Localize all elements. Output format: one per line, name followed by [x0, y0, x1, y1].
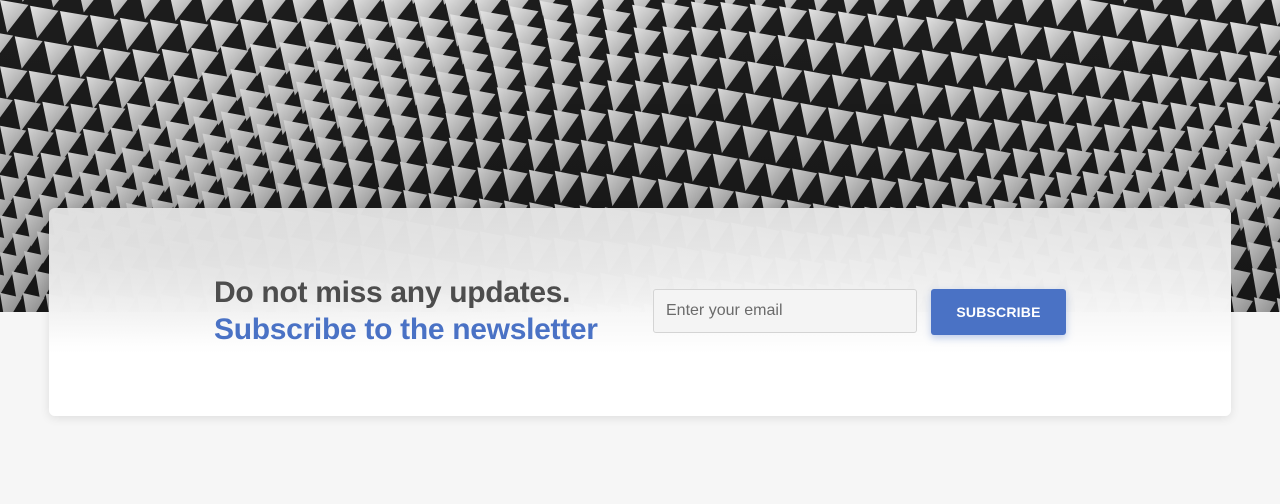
headline-primary: Do not miss any updates.: [214, 276, 571, 309]
newsletter-headline: Do not miss any updates. Subscribe to th…: [214, 274, 634, 348]
email-input[interactable]: [653, 289, 917, 333]
newsletter-card: Do not miss any updates. Subscribe to th…: [49, 208, 1231, 416]
headline-accent: Subscribe to the newsletter: [214, 313, 598, 346]
subscribe-button[interactable]: SUBSCRIBE: [931, 289, 1066, 335]
